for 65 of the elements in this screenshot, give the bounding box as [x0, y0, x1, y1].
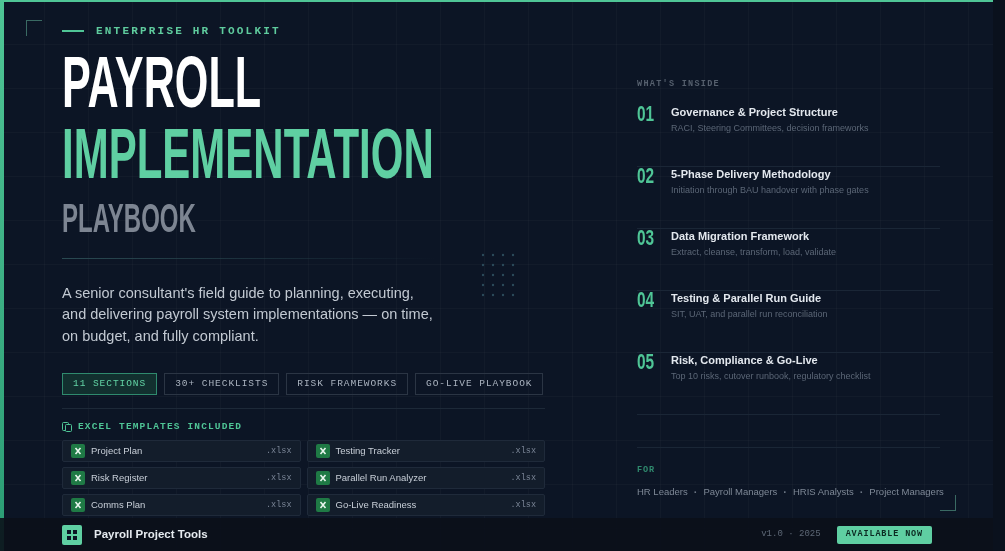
chapter-title: Testing & Parallel Run Guide: [671, 290, 823, 305]
audience-heading: FOR: [637, 463, 656, 477]
spreadsheet-icon: [71, 444, 85, 459]
corner-mark: [26, 20, 42, 36]
chapter-subtitle: Initiation through BAU handover with phase gates: [671, 183, 869, 197]
template-name: Risk Register: [91, 471, 149, 486]
feature-tag: RISK FRAMEWORKS: [286, 373, 409, 395]
section-heading: EXCEL TEMPLATES INCLUDED: [78, 420, 243, 434]
corner-mark: [940, 495, 956, 511]
file-extension: .xlsx: [266, 471, 292, 485]
separator-dot: ·: [693, 484, 698, 500]
template-name: Go-Live Readiness: [335, 498, 418, 513]
template-name: Testing Tracker: [335, 444, 401, 459]
audience-label: Payroll Managers: [703, 484, 778, 499]
chapter-title: Risk, Compliance & Go-Live: [671, 352, 819, 367]
chapter-number: 01: [637, 102, 656, 128]
title-line: IMPLEMENTATION: [62, 121, 434, 186]
template-card[interactable]: Go-Live Readiness .xlsx: [306, 494, 545, 517]
template-name: Parallel Run Analyzer: [335, 471, 428, 486]
feature-tag: GO-LIVE PLAYBOOK: [415, 373, 544, 395]
template-name: Comms Plan: [91, 498, 147, 513]
audience-label: Project Managers: [869, 484, 944, 499]
available-now-button[interactable]: AVAILABLE NOW: [836, 525, 932, 544]
file-extension: .xlsx: [266, 498, 292, 512]
spreadsheet-icon: [315, 498, 330, 513]
title-line: PLAYBOOK: [62, 197, 196, 238]
chapter-number: 02: [637, 164, 656, 190]
file-extension: .xlsx: [510, 498, 536, 512]
copy-icon: [62, 422, 72, 433]
feature-tag: 11 SECTIONS: [62, 373, 158, 395]
file-extension: .xlsx: [266, 444, 292, 458]
template-card[interactable]: Comms Plan .xlsx: [62, 494, 301, 517]
eyebrow-label: ENTERPRISE HR TOOLKIT: [96, 24, 281, 39]
file-extension: .xlsx: [510, 471, 536, 485]
spreadsheet-icon: [71, 498, 85, 513]
chapter-subtitle: Top 10 risks, cutover runbook, regulatory checklist: [671, 369, 871, 383]
chapter-number: 05: [637, 350, 656, 376]
chapter-subtitle: Extract, cleanse, transform, load, validate: [671, 245, 837, 259]
section-heading: WHAT'S INSIDE: [637, 78, 721, 91]
separator-dot: ·: [783, 484, 787, 500]
title-line: PAYROLL: [62, 47, 262, 116]
template-card[interactable]: Parallel Run Analyzer .xlsx: [306, 467, 545, 490]
audience-label: HR Leaders: [637, 484, 688, 499]
separator-dot: ·: [859, 484, 864, 500]
template-card[interactable]: Testing Tracker .xlsx: [306, 440, 545, 463]
template-card[interactable]: Project Plan .xlsx: [62, 440, 301, 463]
chapter-subtitle: SIT, UAT, and parallel run reconciliation: [671, 307, 828, 321]
brand-name: Payroll Project Tools: [94, 526, 208, 542]
grid-logo-icon: [62, 524, 82, 545]
chapter-title: Governance & Project Structure: [671, 104, 839, 119]
template-name: Project Plan: [91, 444, 144, 459]
chapter-number: 03: [637, 226, 656, 252]
chapter-subtitle: RACI, Steering Committees, decision frameworks: [671, 121, 869, 135]
chapter-number: 04: [637, 288, 656, 314]
template-card[interactable]: Risk Register .xlsx: [62, 467, 301, 490]
file-extension: .xlsx: [510, 444, 536, 458]
audience-label: HRIS Analysts: [792, 484, 854, 499]
spreadsheet-icon: [315, 444, 330, 459]
spreadsheet-icon: [315, 471, 330, 486]
chapter-title: Data Migration Framework: [671, 228, 811, 243]
spreadsheet-icon: [71, 471, 85, 486]
description-text: A senior consultant's field guide to planning, executing, and delivering payroll system implementations — on time, on budget, and fully compliant.: [62, 283, 434, 346]
version-label: v1.0 · 2025: [761, 527, 821, 541]
feature-tag: 30+ CHECKLISTS: [164, 373, 280, 395]
chapter-title: 5-Phase Delivery Methodology: [671, 166, 832, 181]
